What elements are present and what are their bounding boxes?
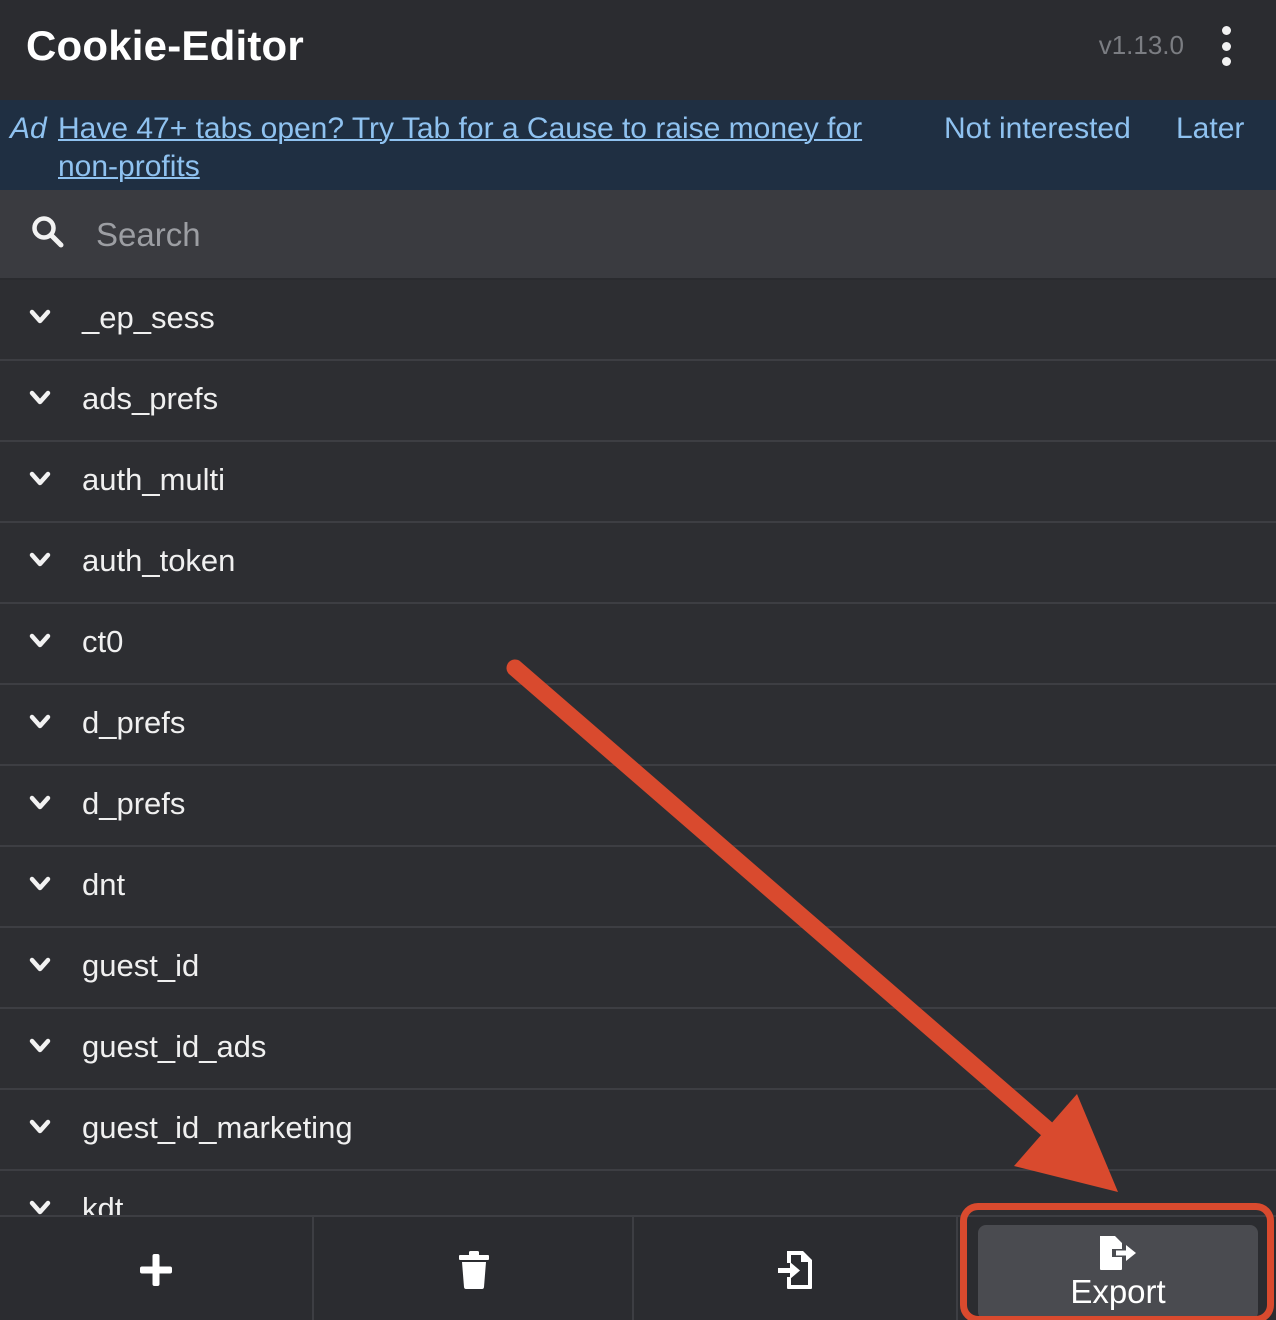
chevron-down-icon (29, 876, 51, 891)
not-interested-button[interactable]: Not interested (944, 110, 1131, 148)
chevron-down-icon (29, 390, 51, 405)
cookie-name: _ep_sess (82, 300, 215, 335)
chevron-down-icon (29, 1119, 51, 1134)
chevron-down-icon (29, 1038, 51, 1053)
cookie-name: kdt (82, 1191, 124, 1215)
chevron-down-icon (29, 714, 51, 729)
cookie-name: guest_id (82, 948, 200, 983)
search-input[interactable] (96, 208, 1246, 262)
bottom-toolbar: Export (0, 1215, 1276, 1320)
cookie-row[interactable]: d_prefs (0, 685, 1276, 766)
cookie-name: ct0 (82, 624, 124, 659)
trash-icon (459, 1250, 489, 1289)
version-label: v1.13.0 (1098, 30, 1184, 60)
cookie-row[interactable]: d_prefs (0, 766, 1276, 847)
kebab-menu-icon[interactable] (1212, 26, 1240, 66)
chevron-down-icon (29, 1200, 51, 1215)
cookie-row[interactable]: _ep_sess (0, 280, 1276, 361)
chevron-down-icon (29, 471, 51, 486)
app-title: Cookie-Editor (26, 22, 304, 69)
ad-banner: Ad Have 47+ tabs open? Try Tab for a Cau… (0, 100, 1276, 190)
cookie-row[interactable]: ct0 (0, 604, 1276, 685)
header-bar: Cookie-Editor v1.13.0 (0, 0, 1276, 100)
search-bar (0, 190, 1276, 280)
menu-dot (1221, 41, 1231, 51)
add-cookie-button[interactable] (0, 1217, 314, 1320)
later-button[interactable]: Later (1176, 110, 1244, 148)
chevron-down-icon (29, 795, 51, 810)
chevron-down-icon (29, 957, 51, 972)
import-button[interactable] (636, 1217, 958, 1320)
search-icon (32, 216, 64, 248)
export-button[interactable]: Export (978, 1225, 1258, 1320)
ad-link[interactable]: Have 47+ tabs open? Try Tab for a Cause … (58, 110, 898, 186)
cookie-row[interactable]: auth_multi (0, 442, 1276, 523)
chevron-down-icon (29, 633, 51, 648)
export-label: Export (1070, 1272, 1166, 1310)
chevron-down-icon (29, 552, 51, 567)
cookie-name: guest_id_marketing (82, 1110, 353, 1145)
cookie-name: auth_token (82, 543, 236, 578)
cookie-name: d_prefs (82, 786, 186, 821)
cookie-name: ads_prefs (82, 381, 219, 416)
cookie-list: _ep_sess ads_prefs auth_multi auth_token ct0… (0, 280, 1276, 1215)
cookie-row[interactable]: ads_prefs (0, 361, 1276, 442)
cookie-name: guest_id_ads (82, 1029, 267, 1064)
delete-all-button[interactable] (316, 1217, 634, 1320)
cookie-name: d_prefs (82, 705, 186, 740)
menu-dot (1221, 26, 1231, 35)
cookie-row[interactable]: guest_id_marketing (0, 1090, 1276, 1171)
export-icon (1100, 1235, 1136, 1270)
cookie-row[interactable]: dnt (0, 847, 1276, 928)
cookie-name: dnt (82, 867, 126, 902)
menu-dot (1221, 57, 1231, 66)
chevron-down-icon (29, 309, 51, 324)
plus-icon (140, 1253, 172, 1286)
ad-tag: Ad (10, 112, 47, 145)
cookie-name: auth_multi (82, 462, 226, 497)
cookie-row[interactable]: kdt (0, 1171, 1276, 1215)
import-icon (778, 1250, 812, 1289)
cookie-row[interactable]: guest_id (0, 928, 1276, 1009)
cookie-row[interactable]: guest_id_ads (0, 1009, 1276, 1090)
cookie-row[interactable]: auth_token (0, 523, 1276, 604)
